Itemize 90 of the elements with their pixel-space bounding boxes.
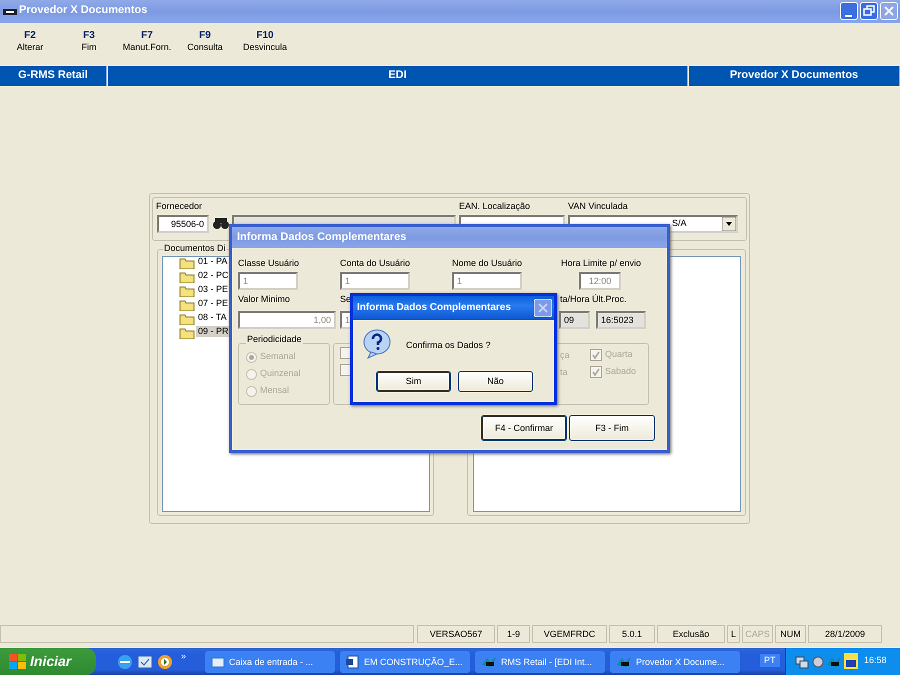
dialog-message: Confirma os Dados ?: [406, 340, 491, 351]
radio-label: Semanal: [260, 351, 296, 362]
text-field[interactable]: 16:5023: [596, 311, 646, 329]
start-button[interactable]: Iniciar: [0, 648, 96, 675]
function-key-button[interactable]: F7 Manut.Forn.: [117, 30, 177, 53]
dropdown-value: S/A: [672, 218, 687, 229]
field-label: Se: [340, 294, 352, 305]
status-panel: VERSAO567: [417, 625, 495, 643]
radio-button[interactable]: [246, 386, 257, 397]
clock: 16:58: [864, 655, 887, 666]
checkbox[interactable]: [590, 349, 602, 361]
taskbar-button[interactable]: Provedor X Docume...: [610, 651, 740, 673]
network-icon: [795, 655, 809, 669]
tree-item[interactable]: 01 - PA: [196, 256, 230, 267]
checkbox[interactable]: [590, 366, 602, 378]
dialog-button[interactable]: F4 - Confirmar: [481, 415, 567, 441]
language-indicator[interactable]: PT: [760, 654, 780, 667]
dropdown-arrow-icon: [722, 217, 736, 231]
checkbox[interactable]: [340, 364, 352, 376]
tree-item[interactable]: 09 - PR: [196, 326, 231, 337]
function-key-button[interactable]: F10 Desvincula: [235, 30, 295, 53]
group-label: Periodicidade: [246, 334, 303, 345]
status-panel: L: [727, 625, 740, 643]
taskbar-button[interactable]: EM CONSTRUÇÃO_E...: [340, 651, 470, 673]
field-label: VAN Vinculada: [568, 201, 628, 212]
taskbar-button[interactable]: Caixa de entrada - ...: [205, 651, 335, 673]
supplier-code-field[interactable]: 95506-0: [157, 215, 209, 233]
app-icon: [3, 7, 17, 17]
more-chevron[interactable]: »: [181, 651, 186, 662]
text-field[interactable]: 09: [559, 311, 590, 329]
app-icon: [826, 656, 842, 668]
dialog-title: Informa Dados Complementares: [357, 302, 511, 314]
app-icon: [481, 656, 497, 668]
checkbox-label: Sabado: [605, 366, 636, 377]
field-label: Valor Minimo: [238, 294, 290, 305]
radio-button[interactable]: [246, 369, 257, 380]
header-label: G-RMS Retail: [0, 66, 107, 86]
checkbox-label: Quarta: [605, 349, 633, 360]
dialog-button[interactable]: F3 - Fim: [569, 415, 655, 441]
function-key-button[interactable]: F2 Alterar: [0, 30, 60, 53]
field-label: ta/Hora Últ.Proc.: [560, 294, 627, 305]
restore-icon: [861, 3, 877, 19]
tree-item[interactable]: 07 - PE: [196, 298, 230, 309]
radio-button[interactable]: [246, 352, 257, 363]
status-panel: CAPS: [742, 625, 773, 643]
windows-logo-icon: [9, 654, 27, 670]
field-label: Conta do Usuário: [340, 258, 410, 269]
restore-button[interactable]: [860, 2, 878, 20]
header-label: Provedor X Documentos: [689, 66, 900, 86]
field-label: Hora Limite p/ envio: [561, 258, 642, 269]
field-label: Classe Usuário: [238, 258, 300, 269]
field-label: Nome do Usuário: [452, 258, 522, 269]
dialog-title: Informa Dados Complementares: [237, 231, 406, 244]
status-panel: 28/1/2009: [808, 625, 882, 643]
tree-item[interactable]: 08 - TA: [196, 312, 229, 323]
mail-icon: [137, 654, 153, 670]
app-icon: [346, 655, 360, 669]
binoculars-icon: [212, 215, 230, 231]
app-icon: [211, 655, 225, 669]
radio-label: Quinzenal: [260, 368, 301, 379]
browser-icon: [117, 654, 133, 670]
text-field[interactable]: 12:00: [579, 272, 621, 290]
function-key-button[interactable]: F9 Consulta: [175, 30, 235, 53]
radio-label: Mensal: [260, 385, 290, 396]
field-label: Fornecedor: [156, 201, 202, 212]
status-panel: NUM: [775, 625, 806, 643]
checkbox[interactable]: [340, 347, 352, 359]
close-icon: [534, 299, 552, 317]
status-panel: VGEMFRDC: [532, 625, 607, 643]
function-key-button[interactable]: F3 Fim: [59, 30, 119, 53]
checkbox-label: ta: [560, 367, 568, 378]
tree-item[interactable]: 02 - PC: [196, 270, 231, 281]
status-panel: 1-9: [497, 625, 530, 643]
app-icon: [616, 656, 632, 668]
minimize-button[interactable]: [840, 2, 858, 20]
header-label: EDI: [108, 66, 688, 86]
checkbox-label: ça: [560, 350, 570, 361]
taskbar-button[interactable]: RMS Retail - [EDI Int...: [475, 651, 605, 673]
tree-item[interactable]: 03 - PE: [196, 284, 230, 295]
status-panel: 5.0.1: [609, 625, 655, 643]
tray-app-icon: [844, 653, 858, 669]
confirm-button[interactable]: Não: [458, 371, 533, 392]
status-panel: Exclusão: [657, 625, 725, 643]
confirm-button[interactable]: Sim: [376, 371, 451, 392]
window-title: Provedor X Documentos: [19, 4, 148, 18]
field-label: EAN. Localização: [459, 201, 530, 212]
minimize-icon: [845, 15, 852, 17]
media-player-icon: [157, 654, 173, 670]
question-icon: [363, 329, 391, 359]
group-label: Documentos Di: [163, 243, 227, 254]
